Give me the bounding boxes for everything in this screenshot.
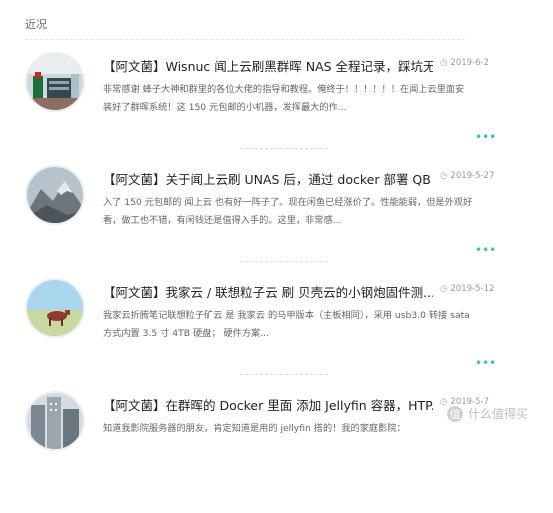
section-divider	[25, 39, 465, 40]
post-divider	[240, 148, 328, 149]
post-item[interactable]: 【阿文菌】关于闻上云刷 UNAS 后，通过 docker 部署 QB ... ◷…	[0, 167, 553, 287]
section-title: 近况	[25, 18, 47, 31]
post-excerpt: 我家云折腾笔记联想粒子矿云 是 我家云 的马甲版本（主板相同），采用 usb3.…	[103, 310, 470, 339]
post-divider	[240, 261, 328, 262]
post-thumbnail[interactable]	[27, 280, 83, 336]
site-watermark: 值 什么值得买	[447, 405, 528, 422]
post-date-text: 2019-6-2	[450, 58, 490, 68]
post-date: ◷ 2019-5-12	[440, 284, 545, 294]
post-item[interactable]: 【阿文菌】Wisnuc 闻上云刷黑群晖 NAS 全程记录，踩坑无... ◷ 201…	[0, 54, 553, 174]
more-dots-button[interactable]: •••	[475, 130, 496, 144]
post-date-text: 2019-5-12	[450, 284, 495, 294]
post-title[interactable]: 【阿文菌】Wisnuc 闻上云刷黑群晖 NAS 全程记录，踩坑无...	[103, 56, 433, 75]
post-date: ◷ 2019-5-27	[440, 171, 545, 181]
more-dots-button[interactable]: •••	[475, 356, 496, 370]
clock-icon: ◷	[440, 171, 448, 181]
post-title[interactable]: 【阿文菌】在群晖的 Docker 里面 添加 Jellyfin 容器，HTP..…	[103, 395, 433, 414]
post-title[interactable]: 【阿文菌】关于闻上云刷 UNAS 后，通过 docker 部署 QB ...	[103, 169, 433, 188]
post-date-text: 2019-5-27	[450, 171, 495, 181]
post-excerpt: 知道我影院服务器的朋友，肯定知道是用的 jellyfin 搭的！我的家庭影院：	[103, 423, 406, 434]
clock-icon: ◷	[440, 284, 448, 294]
watermark-text: 什么值得买	[468, 407, 529, 421]
post-thumbnail[interactable]	[27, 167, 83, 223]
more-dots-button[interactable]: •••	[475, 243, 496, 257]
post-thumbnail[interactable]	[27, 393, 83, 449]
clock-icon: ◷	[440, 58, 448, 68]
post-divider	[240, 374, 328, 375]
post-date: ◷ 2019-6-2	[440, 58, 545, 68]
post-excerpt: 非常感谢 蜂子大神和群里的各位大佬的指导和教程。俺终于！！！！！！在闻上云里面安…	[103, 84, 465, 113]
watermark-logo-icon: 值	[447, 405, 463, 422]
post-thumbnail[interactable]	[27, 54, 83, 110]
post-title[interactable]: 【阿文菌】我家云 / 联想粒子云 刷 贝壳云的小钢炮固件测...	[103, 282, 433, 301]
post-excerpt: 入了 150 元包邮的 闻上云 也有好一阵子了。现在闲鱼已经涨价了。性能能弱，但…	[103, 197, 473, 226]
post-item[interactable]: 【阿文菌】我家云 / 联想粒子云 刷 贝壳云的小钢炮固件测... ◷ 2019-5…	[0, 280, 553, 400]
